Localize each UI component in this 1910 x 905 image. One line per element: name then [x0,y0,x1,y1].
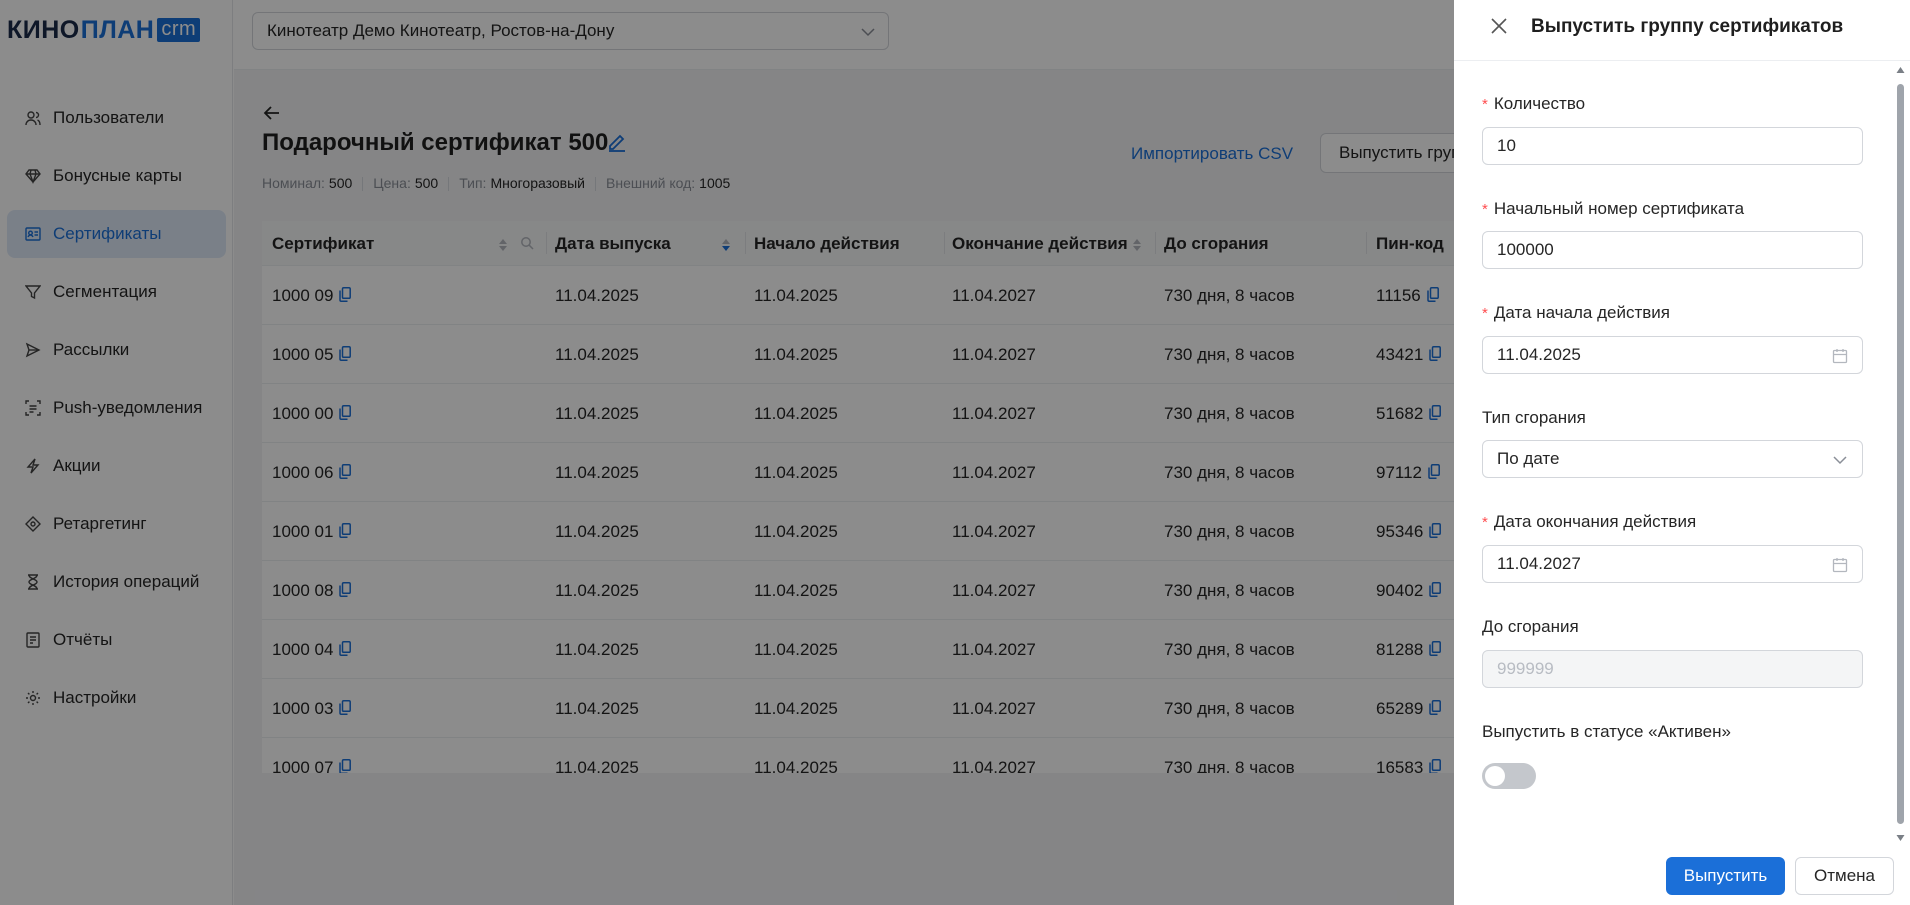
expire-type-label: Тип сгорания [1482,408,1586,427]
active-status-label: Выпустить в статусе «Активен» [1482,722,1731,741]
until-burn-field: 999999 [1482,650,1863,688]
quantity-label: * Количество [1482,94,1586,113]
scroll-thumb[interactable] [1897,84,1904,824]
calendar-icon [1832,558,1848,573]
drawer-scrollbar[interactable] [1895,66,1906,842]
start-date-label: * Дата начала действия [1482,303,1670,322]
calendar-icon [1832,349,1848,364]
expire-type-select[interactable]: По дате [1482,440,1863,478]
cancel-button[interactable]: Отмена [1795,857,1894,895]
close-icon[interactable] [1490,17,1508,35]
until-burn-label: До сгорания [1482,617,1579,636]
drawer-title: Выпустить группу сертификатов [1531,16,1844,37]
start-date-field[interactable]: 11.04.2025 [1482,336,1863,374]
end-date-field[interactable]: 11.04.2027 [1482,545,1863,583]
active-status-toggle[interactable] [1482,763,1536,789]
scroll-down-icon[interactable] [1896,834,1905,842]
toggle-knob [1485,766,1505,786]
start-number-label: * Начальный номер сертификата [1482,199,1745,218]
end-date-label: * Дата окончания действия [1482,512,1697,531]
chevron-down-icon [1833,456,1847,465]
scroll-up-icon[interactable] [1896,66,1905,74]
modal-overlay[interactable] [0,0,1454,905]
quantity-field[interactable]: 10 [1482,127,1863,165]
start-number-field[interactable]: 100000 [1482,231,1863,269]
submit-button[interactable]: Выпустить [1666,857,1785,895]
